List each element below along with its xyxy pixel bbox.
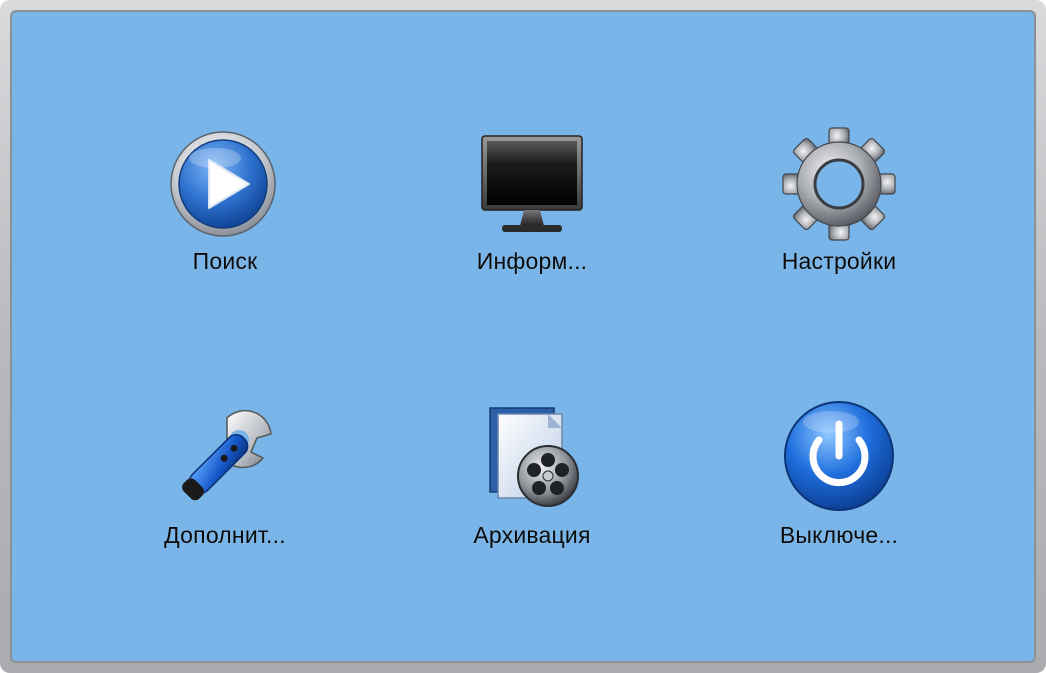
menu-item-search[interactable]: Поиск	[110, 122, 340, 292]
menu-item-backup[interactable]: Архивация	[417, 396, 647, 566]
menu-item-settings[interactable]: Настройки	[724, 122, 954, 292]
gear-icon	[779, 122, 899, 242]
menu-item-info[interactable]: Информ...	[417, 122, 647, 292]
menu-item-shutdown[interactable]: Выключе...	[724, 396, 954, 566]
menu-item-shutdown-label: Выключе...	[779, 522, 899, 548]
menu-item-search-label: Поиск	[192, 248, 258, 274]
play-icon	[165, 122, 285, 242]
menu-item-advanced[interactable]: Дополнит...	[110, 396, 340, 566]
main-menu-window: Поиск Информ... Настройки Дополнит... Ар…	[0, 0, 1046, 673]
monitor-icon	[472, 122, 592, 242]
menu-item-advanced-label: Дополнит...	[164, 522, 286, 548]
menu-item-info-label: Информ...	[476, 248, 588, 274]
menu-item-backup-label: Архивация	[473, 522, 591, 548]
film-reel-icon	[472, 396, 592, 516]
wrench-icon	[165, 396, 285, 516]
main-menu-panel: Поиск Информ... Настройки Дополнит... Ар…	[10, 10, 1036, 663]
menu-item-settings-label: Настройки	[781, 248, 897, 274]
power-icon	[779, 396, 899, 516]
